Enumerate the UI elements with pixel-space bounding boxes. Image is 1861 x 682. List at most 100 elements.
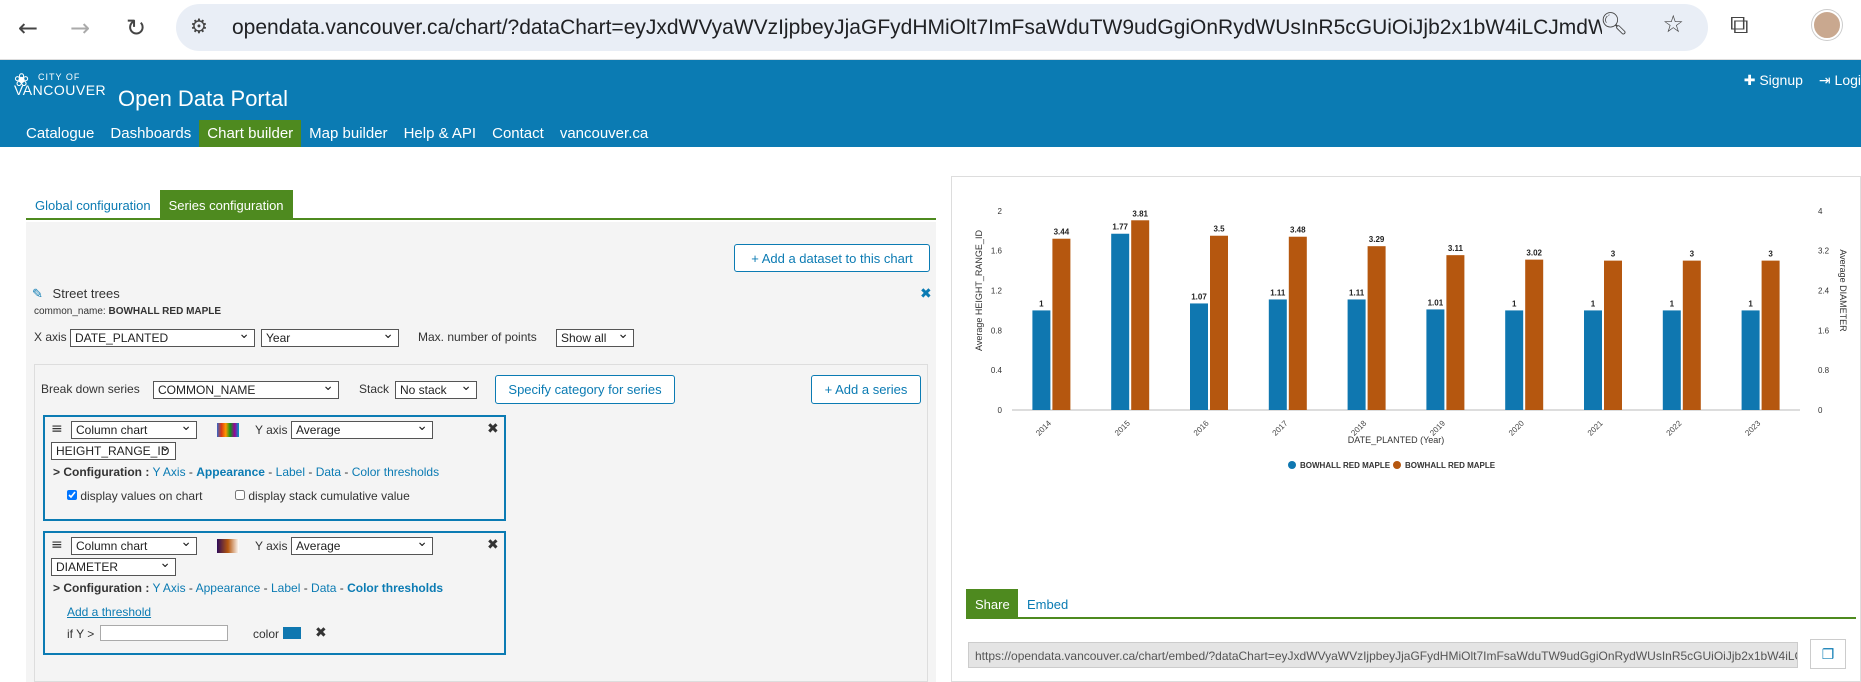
logo-city-text: CITY OF	[38, 72, 81, 82]
portal-title[interactable]: Open Data Portal	[118, 86, 288, 112]
city-logo[interactable]: ❀ CITY OF VANCOUVER	[14, 70, 106, 98]
remove-threshold-icon[interactable]: ✖	[315, 625, 327, 641]
link-y-axis[interactable]: Y Axis	[152, 581, 185, 595]
reload-icon[interactable]: ↻	[116, 8, 156, 48]
series1-config-row: > Configuration : Y Axis - Appearance - …	[53, 465, 440, 479]
data-label: 1	[1670, 299, 1675, 308]
y-tick-label: 1.2	[991, 287, 1003, 296]
forward-icon[interactable]: →	[60, 8, 100, 48]
signup-label: Signup	[1759, 72, 1803, 88]
data-label: 3.29	[1369, 235, 1385, 244]
nav-catalogue[interactable]: Catalogue	[18, 120, 102, 147]
link-color-thresholds[interactable]: Color thresholds	[352, 465, 439, 479]
bar-height	[1505, 310, 1524, 410]
add-dataset-button[interactable]: + Add a dataset to this chart	[734, 244, 930, 272]
embed-url-field[interactable]: https://opendata.vancouver.ca/chart/embe…	[968, 642, 1798, 668]
series1-field-select[interactable]: HEIGHT_RANGE_ID	[51, 439, 176, 460]
gradient-palette-icon[interactable]	[217, 539, 239, 553]
link-label[interactable]: Label	[271, 581, 300, 595]
display-values-option: display values on chart	[67, 489, 202, 503]
threshold-value-input[interactable]	[100, 625, 228, 641]
series1-chart-type-select[interactable]: Column chart	[71, 418, 197, 439]
drag-handle-icon[interactable]: ≡	[51, 421, 63, 437]
bookmark-star-icon[interactable]: ☆	[1662, 10, 1684, 38]
add-threshold-link[interactable]: Add a threshold	[67, 605, 151, 619]
stack-cumulative-checkbox[interactable]	[235, 490, 245, 500]
main-nav: Catalogue Dashboards Chart builder Map b…	[18, 120, 656, 147]
series1-y-axis-select[interactable]: Average	[291, 418, 433, 439]
nav-chart-builder[interactable]: Chart builder	[199, 120, 302, 147]
copy-button[interactable]: ❐	[1810, 639, 1846, 669]
data-label: 3.48	[1290, 226, 1306, 235]
site-settings-icon[interactable]: ⚙	[190, 14, 208, 39]
nav-help-api[interactable]: Help & API	[396, 120, 485, 147]
data-label: 1	[1039, 299, 1044, 308]
link-y-axis[interactable]: Y Axis	[152, 465, 185, 479]
config-panel: Global configuration Series configuratio…	[26, 190, 936, 682]
y2-tick-label: 3.2	[1818, 247, 1830, 256]
link-color-thresholds[interactable]: Color thresholds	[347, 581, 443, 595]
max-points-select[interactable]: Show all	[556, 326, 634, 347]
series2-chart-type-select[interactable]: Column chart	[71, 534, 197, 555]
link-data[interactable]: Data	[311, 581, 336, 595]
palette-icon[interactable]	[217, 423, 239, 437]
series2-y-axis-select[interactable]: Average	[291, 534, 433, 555]
nav-contact[interactable]: Contact	[484, 120, 552, 147]
stack-select[interactable]: No stack	[395, 378, 477, 399]
pencil-icon[interactable]: ✎	[32, 286, 43, 301]
drag-handle-icon[interactable]: ≡	[51, 537, 63, 553]
signup-link[interactable]: ✚ Signup	[1744, 72, 1803, 89]
display-values-checkbox[interactable]	[67, 490, 77, 500]
breakdown-select[interactable]: COMMON_NAME	[153, 378, 339, 399]
user-plus-icon: ✚	[1743, 72, 1760, 88]
link-appearance[interactable]: Appearance	[196, 465, 265, 479]
y-tick-label: 0	[998, 406, 1003, 415]
login-link[interactable]: ⇥ Logi	[1819, 72, 1861, 89]
nav-dashboards[interactable]: Dashboards	[102, 120, 199, 147]
legend-label: BOWHALL RED MAPLE	[1300, 461, 1391, 470]
login-icon: ⇥	[1818, 72, 1835, 88]
extensions-icon[interactable]: ⧉	[1730, 10, 1749, 41]
tab-embed[interactable]: Embed	[1018, 589, 1077, 619]
legend-label: BOWHALL RED MAPLE	[1405, 461, 1496, 470]
y-axis-title: Average HEIGHT_RANGE_ID	[974, 230, 984, 351]
specify-category-button[interactable]: Specify category for series	[495, 375, 675, 404]
remove-series1-icon[interactable]: ✖	[487, 421, 499, 437]
remove-series2-icon[interactable]: ✖	[487, 537, 499, 553]
link-label[interactable]: Label	[276, 465, 305, 479]
share-tabs: Share Embed	[966, 589, 1856, 619]
address-bar[interactable]: ⚙ opendata.vancouver.ca/chart/?dataChart…	[176, 4, 1708, 51]
url-text[interactable]: opendata.vancouver.ca/chart/?dataChart=e…	[232, 16, 1602, 40]
data-label: 1	[1748, 299, 1753, 308]
tab-global-configuration[interactable]: Global configuration	[26, 190, 160, 218]
zoom-icon[interactable]: 🔍︎	[1600, 12, 1628, 37]
threshold-color-swatch[interactable]	[283, 627, 301, 639]
nav-vancouver[interactable]: vancouver.ca	[552, 120, 656, 147]
back-icon[interactable]: ←	[8, 8, 48, 48]
profile-avatar[interactable]	[1812, 10, 1842, 40]
x-tick-label: 2014	[1034, 418, 1053, 437]
remove-dataset-icon[interactable]: ✖	[920, 286, 932, 302]
x-axis-unit-select[interactable]: Year	[261, 326, 399, 347]
add-series-button[interactable]: + Add a series	[811, 375, 921, 404]
bar-height	[1268, 299, 1287, 410]
data-label: 1.77	[1112, 223, 1128, 232]
series-card-height: ≡ Column chart Y axis Average ✖ HEIGHT_R…	[43, 415, 506, 521]
y2-tick-label: 0.8	[1818, 366, 1830, 375]
tab-series-configuration[interactable]: Series configuration	[159, 190, 293, 218]
config-prefix: > Configuration :	[53, 581, 150, 595]
chart-svg: 00.40.81.21.622.400.81.62.43.244.813.442…	[974, 207, 1848, 470]
tab-share[interactable]: Share	[966, 589, 1018, 619]
link-appearance[interactable]: Appearance	[196, 581, 261, 595]
data-label: 1.11	[1270, 288, 1286, 297]
auth-links: ✚ Signup ⇥ Logi	[1744, 72, 1861, 89]
x-axis-field-select[interactable]: DATE_PLANTED	[70, 326, 255, 347]
y2-axis-title: Average DIAMETER	[1838, 249, 1848, 332]
nav-map-builder[interactable]: Map builder	[301, 120, 395, 147]
series1-y-axis-label: Y axis	[255, 423, 288, 437]
y-tick-label: 0.8	[991, 326, 1003, 335]
link-data[interactable]: Data	[316, 465, 341, 479]
series2-field-select[interactable]: DIAMETER	[51, 555, 176, 576]
bar-height	[1584, 310, 1602, 410]
stack-label: Stack	[359, 382, 390, 396]
